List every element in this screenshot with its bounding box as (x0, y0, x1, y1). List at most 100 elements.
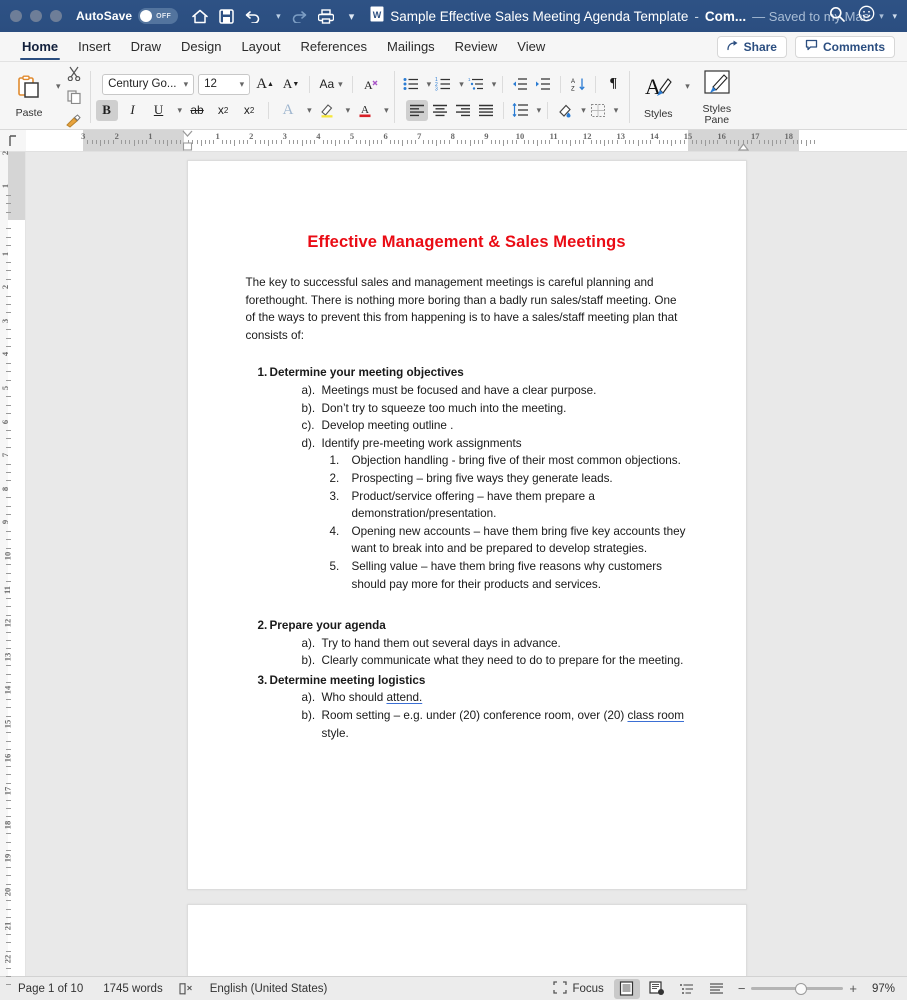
web-layout-icon[interactable] (644, 979, 670, 999)
undo-icon[interactable] (245, 10, 261, 23)
tab-insert[interactable]: Insert (68, 32, 121, 62)
document-page-2[interactable]: c). Best time and place. (186, 904, 747, 976)
paste-button[interactable]: Paste (6, 75, 52, 119)
maximize-window-button[interactable] (50, 10, 62, 22)
change-case-icon[interactable]: Aa ▾ (317, 74, 345, 95)
numbered-list-chevron-down-icon[interactable]: ▾ (459, 79, 464, 90)
language-indicator[interactable]: English (United States) (200, 983, 338, 995)
shading-icon[interactable] (554, 100, 576, 121)
superscript-icon[interactable]: x2 (238, 100, 260, 121)
multilevel-list-chevron-down-icon[interactable]: ▾ (492, 79, 497, 90)
borders-chevron-down-icon[interactable]: ▾ (614, 105, 619, 116)
tab-layout[interactable]: Layout (231, 32, 290, 62)
vertical-ruler[interactable]: 2 1 1 2 3 4 5 6 7 8 9 10 11 12 13 14 15 16 17 18 19 20 21 22 (0, 150, 26, 986)
outline-icon[interactable] (674, 979, 700, 999)
shading-chevron-down-icon[interactable]: ▾ (581, 105, 586, 116)
minimize-window-button[interactable] (30, 10, 42, 22)
autosave-toggle[interactable]: OFF (138, 8, 179, 24)
borders-icon[interactable] (587, 100, 609, 121)
multilevel-list-icon[interactable]: 1 (465, 74, 487, 95)
tab-references[interactable]: References (291, 32, 377, 62)
shrink-font-icon[interactable]: A ▼ (280, 74, 302, 95)
tab-draw[interactable]: Draw (121, 32, 171, 62)
undo-chevron-icon[interactable]: ▾ (276, 11, 281, 22)
zoom-out-button[interactable]: − (738, 981, 746, 996)
line-spacing-chevron-down-icon[interactable]: ▾ (537, 105, 542, 116)
styles-button[interactable]: A Styles (635, 74, 681, 120)
tab-mailings[interactable]: Mailings (377, 32, 445, 62)
text-effects-icon[interactable]: A (277, 100, 299, 121)
styles-pane-button[interactable]: Styles Pane (694, 69, 740, 126)
account-chevron-down-icon[interactable]: ▾ (892, 11, 897, 22)
proofing-errors-icon[interactable] (173, 982, 200, 996)
home-icon[interactable] (192, 9, 208, 24)
underline-icon[interactable]: U (148, 100, 170, 121)
draft-icon[interactable] (704, 979, 730, 999)
tab-home[interactable]: Home (12, 32, 68, 62)
document-canvas[interactable]: Effective Management & Sales Meetings Th… (26, 152, 907, 976)
italic-icon[interactable]: I (122, 100, 144, 121)
search-icon[interactable] (829, 6, 846, 27)
font-color-icon[interactable]: A (354, 100, 376, 121)
bullet-list-icon[interactable] (400, 74, 422, 95)
grow-font-icon[interactable]: A ▲ (254, 74, 276, 95)
align-center-icon[interactable] (429, 100, 451, 121)
document-title[interactable]: Sample Effective Sales Meeting Agenda Te… (390, 9, 688, 24)
print-layout-icon[interactable] (613, 978, 640, 999)
focus-button[interactable]: Focus (547, 980, 609, 997)
font-name-select[interactable]: Century Go... ▾ (102, 73, 195, 95)
decrease-indent-icon[interactable] (509, 74, 531, 95)
comments-button[interactable]: Comments (794, 35, 895, 58)
word-count[interactable]: 1745 words (93, 983, 172, 995)
line-spacing-icon[interactable] (510, 100, 532, 121)
styles-chevron-down-icon[interactable]: ▾ (685, 81, 690, 92)
align-left-icon[interactable] (405, 99, 428, 121)
subscript-icon[interactable]: x2 (212, 100, 234, 121)
highlight-icon[interactable] (316, 100, 338, 121)
justify-icon[interactable] (475, 100, 497, 121)
cut-icon[interactable] (63, 63, 85, 84)
horizontal-ruler[interactable]: 3 2 1 1 2 3 4 5 6 7 8 9 10 11 12 13 14 15 16 17 18 (0, 130, 907, 152)
bullet-list-chevron-down-icon[interactable]: ▾ (427, 79, 432, 90)
account-smiley-icon[interactable] (858, 5, 875, 27)
sort-icon[interactable]: AZ (567, 74, 589, 95)
tab-view[interactable]: View (507, 32, 555, 62)
zoom-slider-thumb[interactable] (795, 982, 808, 995)
document-page-1[interactable]: Effective Management & Sales Meetings Th… (186, 160, 747, 890)
redo-icon[interactable] (292, 10, 307, 23)
text-effects-chevron-down-icon[interactable]: ▾ (307, 105, 312, 116)
align-right-icon[interactable] (452, 100, 474, 121)
spellcheck-flagged-text[interactable]: attend. (386, 691, 422, 704)
copy-icon[interactable] (63, 87, 85, 108)
strikethrough-icon[interactable]: ab (186, 100, 208, 121)
customize-toolbar-icon[interactable]: ▾ (349, 10, 355, 23)
highlight-chevron-down-icon[interactable]: ▾ (346, 105, 351, 116)
close-window-button[interactable] (10, 10, 22, 22)
save-icon[interactable] (219, 8, 234, 24)
tab-review[interactable]: Review (445, 32, 508, 62)
format-painter-icon[interactable] (63, 111, 85, 132)
zoom-in-button[interactable]: + (849, 981, 857, 996)
font-size-select[interactable]: 12 ▾ (198, 73, 251, 95)
font-color-chevron-down-icon[interactable]: ▾ (384, 105, 389, 116)
zoom-level[interactable]: 97% (865, 983, 899, 995)
numbered-list-icon[interactable]: 123 (432, 74, 454, 95)
clear-formatting-icon[interactable]: A (360, 74, 382, 95)
spellcheck-flagged-text[interactable]: class room (627, 709, 684, 722)
bold-icon[interactable]: B (95, 99, 118, 121)
tab-design[interactable]: Design (171, 32, 231, 62)
tab-stop-selector[interactable] (0, 130, 26, 151)
ruler-track[interactable]: 3 2 1 1 2 3 4 5 6 7 8 9 10 11 12 13 14 15 16 17 18 (26, 130, 907, 151)
underline-chevron-down-icon[interactable]: ▾ (178, 105, 183, 116)
ruler-label: 2 (0, 150, 11, 155)
zoom-slider-track[interactable] (751, 982, 844, 995)
ruler-label: 16 (717, 131, 726, 141)
increase-indent-icon[interactable] (532, 74, 554, 95)
zoom-slider[interactable]: − + (734, 981, 861, 996)
window-controls[interactable] (10, 10, 62, 22)
share-button[interactable]: Share (716, 35, 787, 58)
document-body[interactable]: Effective Management & Sales Meetings Th… (246, 233, 688, 742)
print-icon[interactable] (317, 8, 334, 24)
page-indicator[interactable]: Page 1 of 10 (8, 983, 93, 995)
show-formatting-icon[interactable]: ¶ (602, 74, 624, 95)
